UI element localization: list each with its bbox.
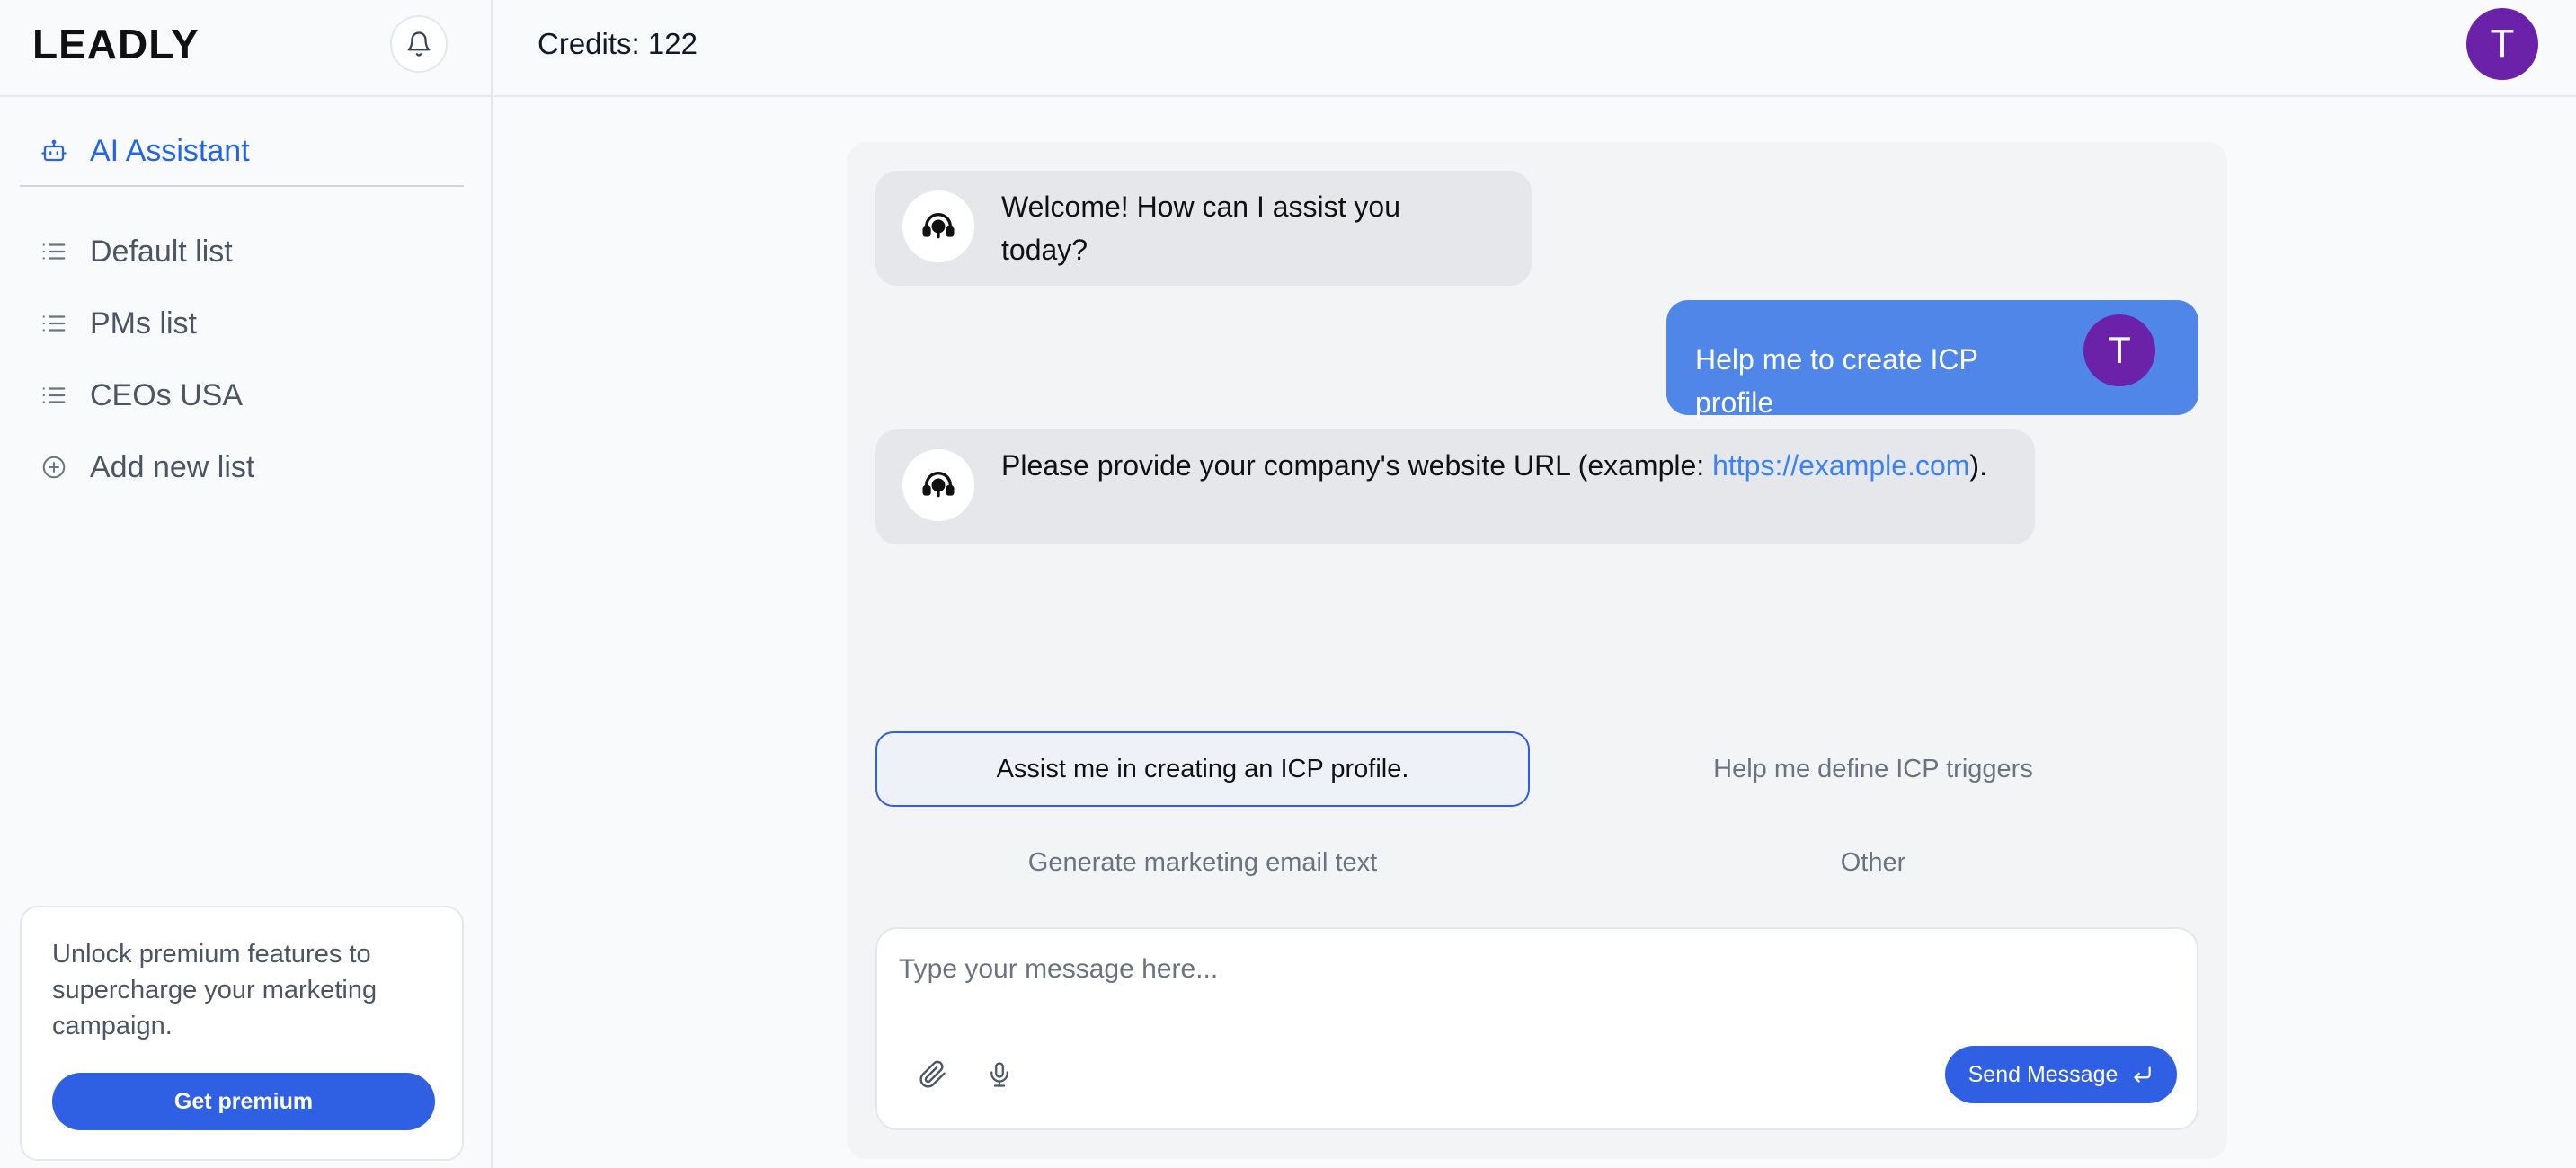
sidebar-item-label: Add new list xyxy=(90,449,255,484)
logo-text: LEADLY xyxy=(32,21,200,67)
add-new-list-button[interactable]: Add new list xyxy=(20,431,464,503)
sidebar-item-label: Default list xyxy=(90,234,233,269)
message-text-part: ). xyxy=(1969,449,1987,482)
user-message: Help me to create ICP profile T xyxy=(1666,300,2198,419)
headset-icon xyxy=(922,472,955,498)
avatar-initial: T xyxy=(2108,329,2131,371)
message-composer: Send Message xyxy=(875,927,2198,1130)
sidebar-item-ceos-usa[interactable]: CEOs USA xyxy=(20,359,464,431)
sidebar-item-label: CEOs USA xyxy=(90,377,244,412)
bot-message: Welcome! How can I assist you today? xyxy=(875,171,1532,286)
logo-row: LEADLY xyxy=(0,0,493,97)
microphone-button[interactable] xyxy=(980,1055,1019,1094)
bot-avatar xyxy=(902,190,974,262)
list-icon xyxy=(40,309,68,338)
sidebar: LEADLY AI Assistant Default list PMs lis… xyxy=(0,0,493,1168)
sidebar-nav: AI Assistant Default list PMs list CEOs … xyxy=(20,117,464,503)
attach-button[interactable] xyxy=(913,1055,953,1094)
app-logo[interactable]: LEADLY xyxy=(32,21,200,67)
sidebar-item-ai-assistant[interactable]: AI Assistant xyxy=(20,117,464,187)
chat-panel: Welcome! How can I assist you today? Hel… xyxy=(847,142,2227,1159)
sidebar-item-default-list[interactable]: Default list xyxy=(20,216,464,288)
top-header: Credits: 122 T xyxy=(494,0,2576,97)
bot-message: Please provide your company's website UR… xyxy=(875,429,2035,544)
example-url-link[interactable]: https://example.com xyxy=(1712,449,1969,482)
paperclip-icon xyxy=(919,1060,946,1088)
list-icon xyxy=(40,237,68,266)
message-input[interactable] xyxy=(899,947,2157,992)
message-text: Help me to create ICP profile xyxy=(1695,343,1978,419)
suggestion-define-icp-triggers[interactable]: Help me define ICP triggers xyxy=(1548,731,2198,807)
suggestion-create-icp-profile[interactable]: Assist me in creating an ICP profile. xyxy=(875,731,1530,807)
user-avatar[interactable]: T xyxy=(2466,8,2538,80)
notifications-button[interactable] xyxy=(390,15,448,73)
list-icon xyxy=(40,381,68,410)
message-text: Please provide your company's website UR… xyxy=(1001,429,1990,487)
avatar-initial: T xyxy=(2490,22,2515,66)
get-premium-button[interactable]: Get premium xyxy=(52,1073,435,1130)
premium-card: Unlock premium features to supercharge y… xyxy=(20,906,464,1161)
microphone-icon xyxy=(990,1062,1008,1087)
send-message-button[interactable]: Send Message xyxy=(1945,1046,2177,1103)
plus-circle-icon xyxy=(40,453,68,482)
bot-avatar xyxy=(902,449,974,521)
credits-label: Credits: 122 xyxy=(537,27,697,60)
sidebar-item-pms-list[interactable]: PMs list xyxy=(20,288,464,359)
bell-icon xyxy=(407,31,431,57)
suggestion-other[interactable]: Other xyxy=(1548,825,2198,900)
sidebar-item-label: AI Assistant xyxy=(90,133,250,168)
enter-icon xyxy=(2134,1066,2152,1083)
user-message-avatar: T xyxy=(2083,314,2155,386)
headset-icon xyxy=(922,213,955,239)
message-text-part: Please provide your company's website UR… xyxy=(1001,449,1713,482)
sidebar-item-label: PMs list xyxy=(90,305,197,341)
premium-text: Unlock premium features to supercharge y… xyxy=(52,940,378,1040)
message-text: Welcome! How can I assist you today? xyxy=(1001,190,1401,266)
bot-icon xyxy=(40,137,68,165)
suggestion-marketing-email[interactable]: Generate marketing email text xyxy=(875,825,1530,900)
send-button-label: Send Message xyxy=(1968,1061,2119,1087)
